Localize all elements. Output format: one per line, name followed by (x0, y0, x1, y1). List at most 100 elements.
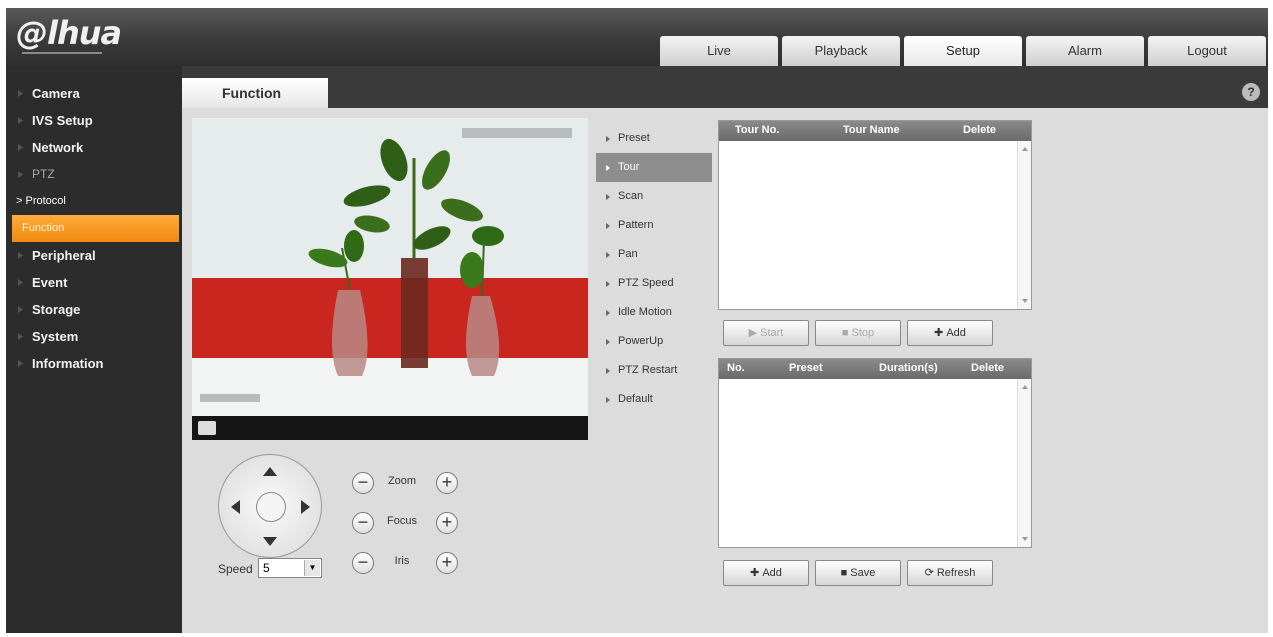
stop-button[interactable]: ■ Stop (815, 320, 901, 346)
content-tab-bar (182, 66, 1268, 108)
add-tour-button[interactable]: ✚ Add (907, 320, 993, 346)
menu-item-ptz-speed[interactable]: PTZ Speed (596, 269, 712, 298)
stop-icon: ■ (841, 327, 849, 339)
speed-select[interactable]: 5 ▼ (258, 558, 322, 578)
logo-underline (22, 52, 102, 54)
focus-near-button[interactable]: − (352, 512, 374, 534)
brand-logo: @lhua (16, 14, 122, 52)
menu-item-preset[interactable]: Preset (596, 124, 712, 153)
iris-close-button[interactable]: − (352, 552, 374, 574)
app-window: @lhua Live Playback Setup Alarm Logout C… (6, 8, 1268, 633)
plus-icon: ✚ (750, 567, 760, 579)
sidebar-item-information[interactable]: Information (6, 350, 182, 377)
live-video (192, 118, 588, 416)
bullet-icon (18, 90, 23, 97)
sidebar-item-label: Storage (32, 302, 81, 317)
bullet-icon (606, 223, 610, 229)
column-header-tour-no: Tour No. (735, 124, 780, 136)
nav-tab-logout[interactable]: Logout (1148, 36, 1266, 66)
menu-item-default[interactable]: Default (596, 385, 712, 414)
menu-item-pattern[interactable]: Pattern (596, 211, 712, 240)
menu-item-label: PTZ Restart (618, 364, 678, 376)
save-button-label: Save (850, 567, 876, 579)
iris-label: Iris (394, 555, 410, 567)
bullet-icon (606, 310, 610, 316)
main-content: Speed 5 ▼ − Zoom + − Focus + − Iris + Pr… (182, 108, 1268, 633)
menu-item-scan[interactable]: Scan (596, 182, 712, 211)
column-header-delete: Delete (971, 362, 1005, 374)
tour-table-scrollbar[interactable] (1017, 141, 1031, 309)
save-button[interactable]: ■ Save (815, 560, 901, 586)
tab-function[interactable]: Function (182, 78, 328, 108)
add-preset-button[interactable]: ✚ Add (723, 560, 809, 586)
menu-item-tour[interactable]: Tour (596, 153, 712, 182)
focus-far-button[interactable]: + (436, 512, 458, 534)
start-button[interactable]: ▶ Start (723, 320, 809, 346)
tour-preset-table-header: No. Preset Duration(s) Delete (719, 359, 1031, 379)
bullet-icon (606, 368, 610, 374)
save-icon: ■ (840, 567, 848, 579)
sidebar-item-peripheral[interactable]: Peripheral (6, 242, 182, 269)
scroll-up-icon (1022, 385, 1028, 389)
help-icon[interactable]: ? (1242, 83, 1260, 101)
tour-table-header: Tour No. Tour Name Delete (719, 121, 1031, 141)
bullet-icon (18, 360, 23, 367)
sidebar-subitem-function[interactable]: Function (12, 215, 179, 242)
bullet-icon (18, 171, 23, 178)
refresh-button-label: Refresh (936, 567, 976, 579)
arrow-right-icon[interactable] (301, 500, 310, 514)
sidebar-item-label: Event (32, 275, 68, 290)
menu-item-ptz-restart[interactable]: PTZ Restart (596, 356, 712, 385)
bullet-icon (18, 252, 23, 259)
menu-item-label: Pattern (618, 219, 654, 231)
arrow-up-icon[interactable] (263, 467, 277, 476)
sidebar-item-ivs-setup[interactable]: IVS Setup (6, 107, 182, 134)
refresh-icon: ⟳ (924, 567, 934, 579)
sidebar-item-network[interactable]: Network (6, 134, 182, 161)
ptz-center-button[interactable] (256, 492, 286, 522)
play-icon: ▶ (748, 327, 758, 339)
add-tour-button-label: Add (946, 327, 966, 339)
snapshot-icon[interactable] (198, 421, 216, 435)
bullet-icon (18, 333, 23, 340)
sidebar-item-event[interactable]: Event (6, 269, 182, 296)
sidebar-item-label: System (32, 329, 79, 344)
column-header-preset: Preset (789, 362, 823, 374)
scroll-down-icon (1022, 299, 1028, 303)
add-preset-button-label: Add (762, 567, 782, 579)
sidebar-item-camera[interactable]: Camera (6, 80, 182, 107)
nav-tab-alarm[interactable]: Alarm (1026, 36, 1144, 66)
sidebar-subitem-protocol[interactable]: > Protocol (6, 188, 182, 215)
zoom-out-button[interactable]: − (352, 472, 374, 494)
sidebar-item-system[interactable]: System (6, 323, 182, 350)
menu-item-label: Preset (618, 132, 650, 144)
bullet-icon (606, 165, 610, 171)
arrow-left-icon[interactable] (231, 500, 240, 514)
nav-tab-playback[interactable]: Playback (782, 36, 900, 66)
bullet-icon (606, 252, 610, 258)
sidebar-item-label: IVS Setup (32, 113, 93, 128)
zoom-in-button[interactable]: + (436, 472, 458, 494)
menu-item-powerup[interactable]: PowerUp (596, 327, 712, 356)
menu-item-idle-motion[interactable]: Idle Motion (596, 298, 712, 327)
bullet-icon (606, 136, 610, 142)
iris-open-button[interactable]: + (436, 552, 458, 574)
sidebar-item-storage[interactable]: Storage (6, 296, 182, 323)
sidebar-item-ptz[interactable]: PTZ (6, 161, 182, 188)
nav-tab-live[interactable]: Live (660, 36, 778, 66)
nav-tab-setup[interactable]: Setup (904, 36, 1022, 66)
menu-item-label: Tour (618, 161, 640, 173)
bullet-icon (18, 306, 23, 313)
menu-item-pan[interactable]: Pan (596, 240, 712, 269)
column-header-no: No. (727, 362, 745, 374)
sidebar-item-label: PTZ (32, 167, 55, 181)
arrow-down-icon[interactable] (263, 537, 277, 546)
refresh-button[interactable]: ⟳ Refresh (907, 560, 993, 586)
column-header-delete: Delete (963, 124, 997, 136)
stop-button-label: Stop (851, 327, 875, 339)
column-header-tour-name: Tour Name (843, 124, 900, 136)
tour-preset-table-scrollbar[interactable] (1017, 379, 1031, 547)
tour-table: Tour No. Tour Name Delete (718, 120, 1032, 310)
bullet-icon (18, 279, 23, 286)
menu-item-label: PTZ Speed (618, 277, 674, 289)
